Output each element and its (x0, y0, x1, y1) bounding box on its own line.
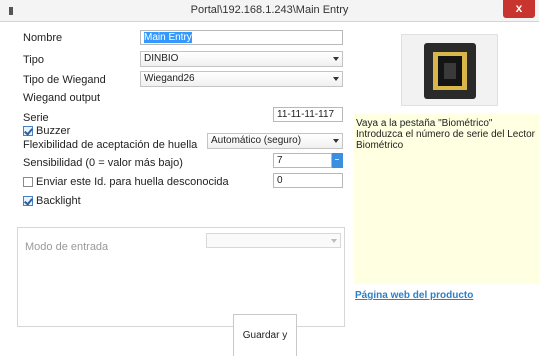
tipo-label: Tipo (23, 54, 44, 66)
info-text: Vaya a la pestaña "Biométrico" Introduzc… (356, 118, 535, 151)
tipo-wiegand-select[interactable]: Wiegand26 (140, 71, 343, 87)
buzzer-label: Buzzer (36, 125, 71, 137)
sensibilidad-label: Sensibilidad (0 = valor más bajo) (23, 157, 183, 169)
save-and-exit-button[interactable]: Guardar y salir (233, 314, 297, 356)
tipo-select[interactable]: DINBIO (140, 51, 343, 67)
nombre-label: Nombre (23, 32, 63, 44)
flexibilidad-label: Flexibilidad de aceptación de huella (23, 139, 198, 151)
modo-entrada-label: Modo de entrada (25, 241, 109, 253)
enviar-id-checkbox[interactable] (23, 177, 33, 187)
chevron-down-icon (333, 57, 339, 61)
chevron-down-icon (333, 139, 339, 143)
reader-sensor-window (444, 63, 456, 79)
nombre-input[interactable]: Main Entry (140, 30, 343, 45)
title-bar: Portal\192.168.1.243\Main Entry x (0, 0, 539, 22)
sensibilidad-spin-button[interactable] (332, 153, 343, 168)
serie-label: Serie (23, 112, 49, 124)
serie-input[interactable]: 11-11-11-117 (273, 107, 343, 122)
flexibilidad-select[interactable]: Automático (seguro) (207, 133, 343, 149)
tipo-wiegand-value: Wiegand26 (144, 73, 195, 84)
chevron-down-icon (331, 239, 337, 243)
wiegand-output-label: Wiegand output (23, 92, 101, 104)
backlight-label: Backlight (36, 195, 81, 207)
backlight-checkbox[interactable] (23, 196, 33, 206)
enviar-id-label: Enviar este Id. para huella desconocida (36, 176, 229, 188)
buzzer-checkbox[interactable] (23, 126, 33, 136)
tipo-value: DINBIO (144, 53, 179, 64)
modo-entrada-select[interactable] (206, 233, 341, 248)
enviar-id-input[interactable]: 0 (273, 173, 343, 188)
tipo-wiegand-label: Tipo de Wiegand (23, 74, 106, 86)
nombre-value: Main Entry (144, 32, 192, 43)
flexibilidad-value: Automático (seguro) (211, 135, 302, 146)
close-button[interactable]: x (503, 0, 535, 18)
chevron-down-icon (333, 77, 339, 81)
window-title: Portal\192.168.1.243\Main Entry (190, 4, 349, 16)
product-page-link[interactable]: Página web del producto (355, 290, 473, 301)
sensibilidad-input[interactable]: 7 (273, 153, 332, 168)
biometric-reader-icon (401, 34, 498, 106)
